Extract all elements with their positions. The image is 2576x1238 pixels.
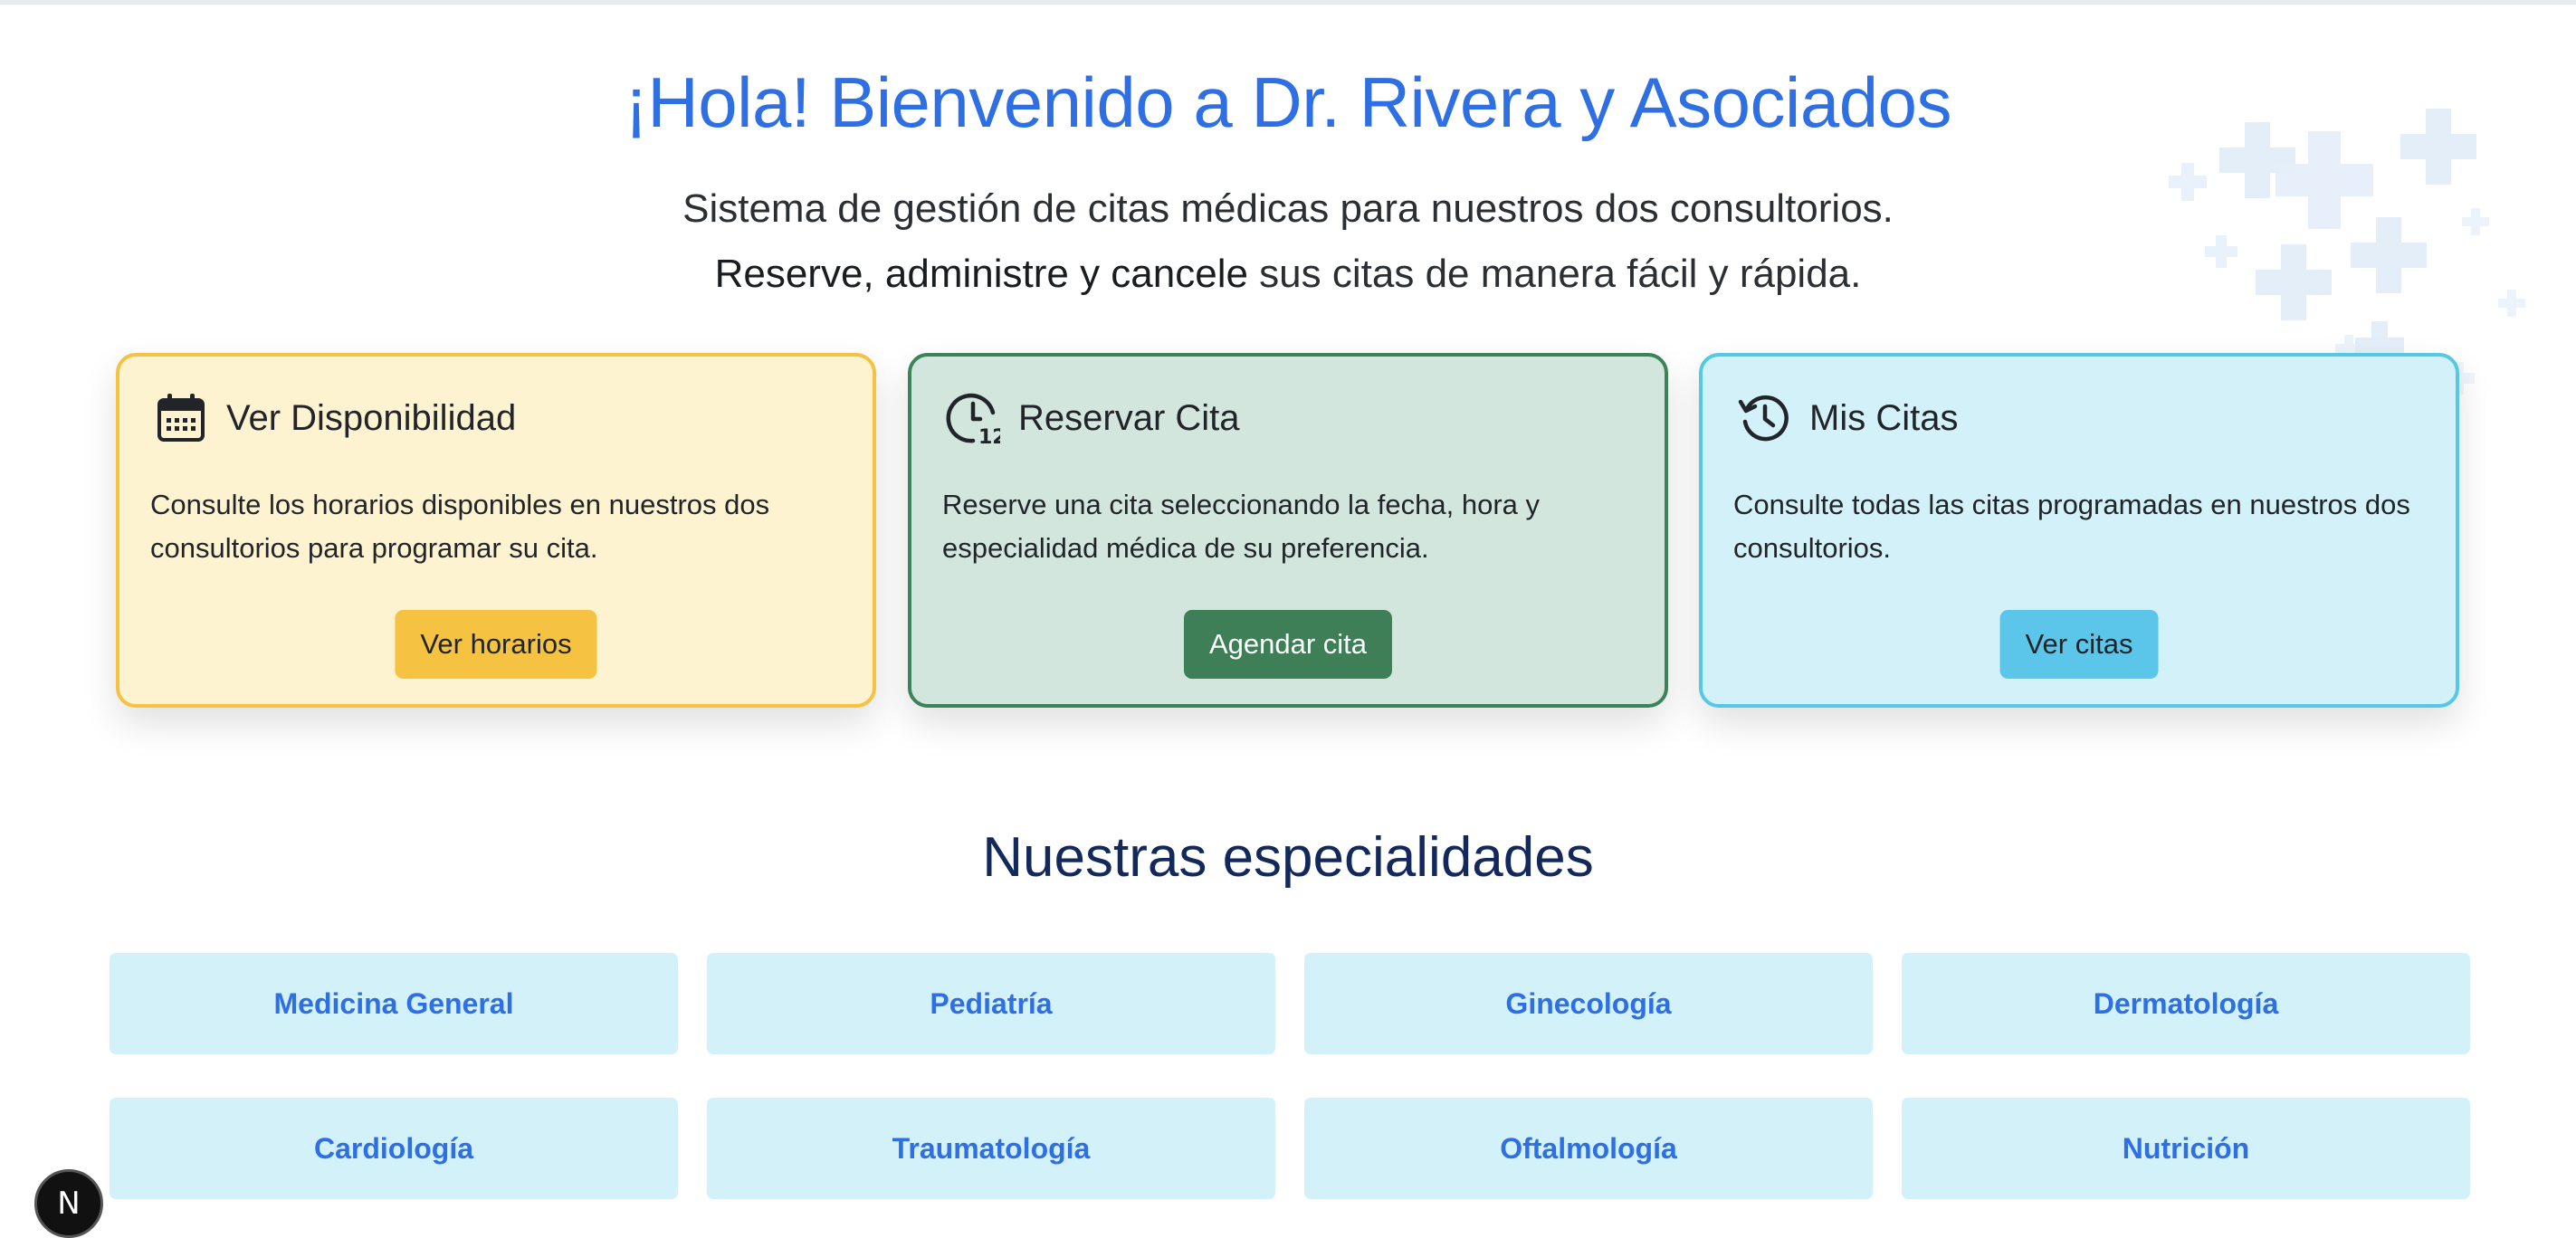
card-description: Consulte los horarios disponibles en nue…	[150, 489, 770, 564]
svg-text:12: 12	[978, 426, 1000, 445]
card-header: 12 Reservar Cita	[946, 391, 1240, 445]
view-appointments-button[interactable]: Ver citas	[1999, 610, 2159, 679]
card-description: Reserve una cita seleccionando la fecha,…	[942, 489, 1541, 564]
specialty-oftalmologia[interactable]: Oftalmología	[1304, 1098, 1873, 1199]
book-appointment-button[interactable]: Agendar cita	[1183, 610, 1393, 679]
history-icon	[1738, 395, 1789, 442]
hero-subtitle-rest: sus citas de manera fácil y rápida.	[1247, 252, 1862, 296]
specialty-dermatologia[interactable]: Dermatología	[1902, 953, 2470, 1054]
calendar-icon	[157, 394, 205, 442]
clock-icon: 12	[946, 393, 1000, 445]
specialty-traumatologia[interactable]: Traumatología	[707, 1098, 1275, 1199]
card-title: Ver Disponibilidad	[226, 397, 517, 438]
card-header: Ver Disponibilidad	[154, 391, 516, 445]
hero-subtitle-line2: Reserve, administre y cancele sus citas …	[0, 252, 2576, 297]
specialty-nutricion[interactable]: Nutrición	[1902, 1098, 2470, 1199]
card-availability: Ver Disponibilidad Consulte los horarios…	[116, 353, 876, 708]
nextjs-dev-badge[interactable]: N	[34, 1169, 103, 1238]
top-border	[0, 0, 2576, 5]
specialty-cardiologia[interactable]: Cardiología	[110, 1098, 678, 1199]
card-book-appointment: 12 Reservar Cita Reserve una cita selecc…	[908, 353, 1668, 708]
page-title: ¡Hola! Bienvenido a Dr. Rivera y Asociad…	[624, 62, 1952, 142]
card-title: Mis Citas	[1809, 397, 1959, 438]
specialties-title: Nuestras especialidades	[982, 826, 1594, 889]
card-description: Consulte todas las citas programadas en …	[1733, 489, 2410, 564]
specialty-pediatria[interactable]: Pediatría	[707, 953, 1275, 1054]
hero-subtitle-line1: Sistema de gestión de citas médicas para…	[682, 186, 1894, 231]
card-my-appointments: Mis Citas Consulte todas las citas progr…	[1699, 353, 2459, 708]
specialty-ginecologia[interactable]: Ginecología	[1304, 953, 1873, 1054]
view-schedule-button[interactable]: Ver horarios	[395, 610, 597, 679]
specialty-medicina-general[interactable]: Medicina General	[110, 953, 678, 1054]
hero-subtitle-emphasis: Reserve, administre y cancele	[714, 252, 1248, 296]
card-header: Mis Citas	[1737, 391, 1958, 445]
card-title: Reservar Cita	[1018, 397, 1240, 438]
